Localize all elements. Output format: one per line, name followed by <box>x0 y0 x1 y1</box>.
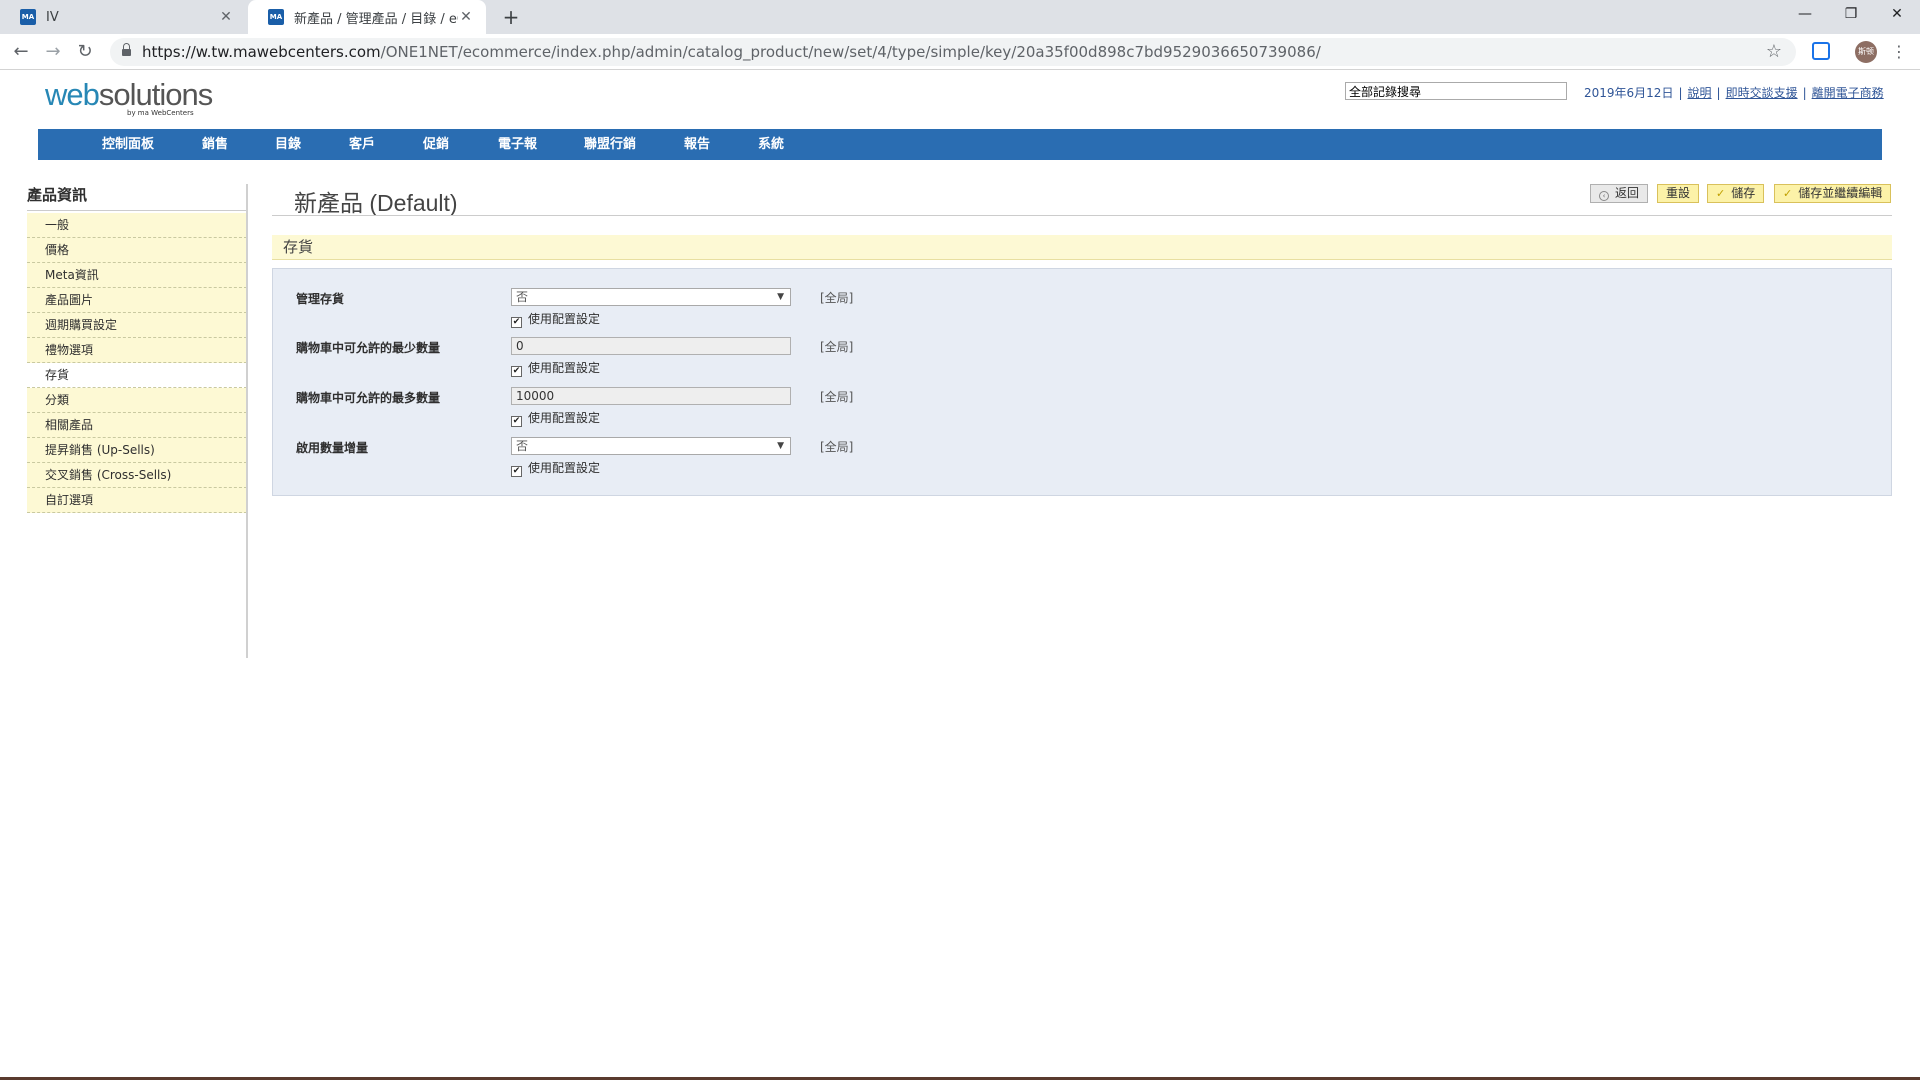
sidebar-item-related[interactable]: 相關產品 <box>27 413 247 438</box>
sidebar-item-recurring[interactable]: 週期購買設定 <box>27 313 247 338</box>
use-config-checkbox-max-qty[interactable]: ✔ 使用配置設定 <box>511 409 600 427</box>
sidebar-item-upsells[interactable]: 提昇銷售 (Up-Sells) <box>27 438 247 463</box>
tab-title: 新產品 / 管理產品 / 目錄 / eCom <box>294 11 458 27</box>
sidebar-item-images[interactable]: 產品圖片 <box>27 288 247 313</box>
nav-customers[interactable]: 客戶 <box>349 129 375 160</box>
back-arrow-icon[interactable]: ← <box>8 39 34 65</box>
tab-title: IV <box>46 9 59 25</box>
section-header-inventory: 存貨 <box>272 235 1892 260</box>
browser-tab-iv[interactable]: MA IV ✕ <box>0 0 246 34</box>
nav-affiliate[interactable]: 聯盟行銷 <box>584 129 636 160</box>
exit-ecommerce-link[interactable]: 離開電子商務 <box>1812 86 1884 100</box>
sidebar-item-meta[interactable]: Meta資訊 <box>27 263 247 288</box>
nav-reports[interactable]: 報告 <box>684 129 710 160</box>
min-sale-qty-input[interactable]: 0 <box>511 337 791 355</box>
reload-icon[interactable]: ↻ <box>72 39 98 65</box>
bookmark-star-icon[interactable]: ☆ <box>1766 38 1782 66</box>
checkbox-checked-icon[interactable]: ✔ <box>511 416 522 427</box>
site-favicon-icon: MA <box>268 9 284 25</box>
manage-stock-label: 管理存貨 <box>296 292 345 306</box>
browser-toolbar: ← → ↻ https://w.tw.mawebcenters.com/ONE1… <box>0 34 1920 70</box>
forward-arrow-icon[interactable]: → <box>40 39 66 65</box>
checkbox-checked-icon[interactable]: ✔ <box>511 366 522 377</box>
nav-sales[interactable]: 銷售 <box>202 129 228 160</box>
main-navigation: 控制面板 銷售 目錄 客戶 促銷 電子報 聯盟行銷 報告 系統 <box>38 129 1882 160</box>
use-config-checkbox-min-qty[interactable]: ✔ 使用配置設定 <box>511 359 600 377</box>
scope-label: [全局] <box>820 440 854 454</box>
kebab-menu-icon[interactable]: ⋮ <box>1890 39 1908 65</box>
sidebar-item-crosssells[interactable]: 交叉銷售 (Cross-Sells) <box>27 463 247 488</box>
save-button[interactable]: ✓ 儲存 <box>1707 184 1765 203</box>
sidebar-item-inventory[interactable]: 存貨 <box>27 363 247 388</box>
check-icon: ✓ <box>1716 187 1726 200</box>
checkbox-checked-icon[interactable]: ✔ <box>511 317 522 328</box>
profile-avatar[interactable]: 斯顿 <box>1855 41 1877 63</box>
use-config-checkbox-manage-stock[interactable]: ✔ 使用配置設定 <box>511 310 600 328</box>
max-sale-qty-label: 購物車中可允許的最多數量 <box>296 391 441 405</box>
nav-catalog[interactable]: 目錄 <box>275 129 301 160</box>
url-text: https://w.tw.mawebcenters.com/ONE1NET/ec… <box>142 43 1321 61</box>
help-link[interactable]: 說明 <box>1688 86 1712 100</box>
address-bar[interactable]: https://w.tw.mawebcenters.com/ONE1NET/ec… <box>110 38 1796 66</box>
scope-label: [全局] <box>820 390 854 404</box>
scope-label: [全局] <box>820 340 854 354</box>
nav-dashboard[interactable]: 控制面板 <box>102 129 154 160</box>
sidebar-item-categories[interactable]: 分類 <box>27 388 247 413</box>
save-and-continue-button[interactable]: ✓ 儲存並繼續編輯 <box>1774 184 1892 203</box>
use-config-checkbox-qty-increments[interactable]: ✔ 使用配置設定 <box>511 459 600 477</box>
sidebar-item-custom-options[interactable]: 自訂選項 <box>27 488 247 513</box>
qty-increments-select[interactable]: 否 ▼ <box>511 437 791 455</box>
back-button[interactable]: ‹ 返回 <box>1590 184 1649 203</box>
sidebar-title: 產品資訊 <box>27 186 88 204</box>
extension-icon[interactable] <box>1812 42 1830 60</box>
back-circle-icon: ‹ <box>1599 191 1609 201</box>
checkbox-checked-icon[interactable]: ✔ <box>511 466 522 477</box>
restore-icon[interactable]: ❐ <box>1828 0 1874 30</box>
check-icon: ✓ <box>1783 187 1793 200</box>
dropdown-arrow-icon: ▼ <box>777 441 784 451</box>
nav-newsletter[interactable]: 電子報 <box>498 129 537 160</box>
max-sale-qty-input[interactable]: 10000 <box>511 387 791 405</box>
scope-label: [全局] <box>820 291 854 305</box>
dropdown-arrow-icon: ▼ <box>777 292 784 302</box>
new-tab-plus-icon[interactable]: + <box>498 4 524 30</box>
live-chat-support-link[interactable]: 即時交談支援 <box>1726 86 1798 100</box>
page-title: 新產品 (Default) <box>294 190 458 216</box>
lock-icon <box>122 43 131 57</box>
divider <box>27 210 247 211</box>
browser-tab-active[interactable]: MA 新產品 / 管理產品 / 目錄 / eCom ✕ <box>248 0 486 34</box>
divider <box>272 215 1892 216</box>
qty-increments-label: 啟用數量增量 <box>296 441 369 455</box>
close-icon[interactable]: ✕ <box>218 9 234 25</box>
manage-stock-select[interactable]: 否 ▼ <box>511 288 791 306</box>
global-search-input[interactable] <box>1345 82 1567 100</box>
close-icon[interactable]: ✕ <box>458 9 474 25</box>
nav-system[interactable]: 系統 <box>758 129 784 160</box>
reset-button[interactable]: 重設 <box>1657 184 1700 203</box>
nav-promotions[interactable]: 促銷 <box>423 129 449 160</box>
header-links: 2019年6月12日 | 說明 | 即時交談支援 | 離開電子商務 <box>1584 86 1884 100</box>
min-sale-qty-label: 購物車中可允許的最少數量 <box>296 341 441 355</box>
sidebar-item-price[interactable]: 價格 <box>27 238 247 263</box>
window-close-icon[interactable]: ✕ <box>1874 0 1920 30</box>
sidebar-divider <box>246 184 248 658</box>
current-date: 2019年6月12日 <box>1584 86 1674 100</box>
minimize-icon[interactable]: — <box>1782 0 1828 30</box>
browser-tab-bar: MA IV ✕ MA 新產品 / 管理產品 / 目錄 / eCom ✕ + — … <box>0 0 1920 34</box>
sidebar-item-general[interactable]: 一般 <box>27 213 247 238</box>
websolutions-logo[interactable]: websolutions by ma WebCenters <box>45 78 215 124</box>
product-info-tabs: 一般 價格 Meta資訊 產品圖片 週期購買設定 禮物選項 存貨 分類 相關產品… <box>27 213 247 513</box>
site-favicon-icon: MA <box>20 9 36 25</box>
sidebar-item-gift-options[interactable]: 禮物選項 <box>27 338 247 363</box>
